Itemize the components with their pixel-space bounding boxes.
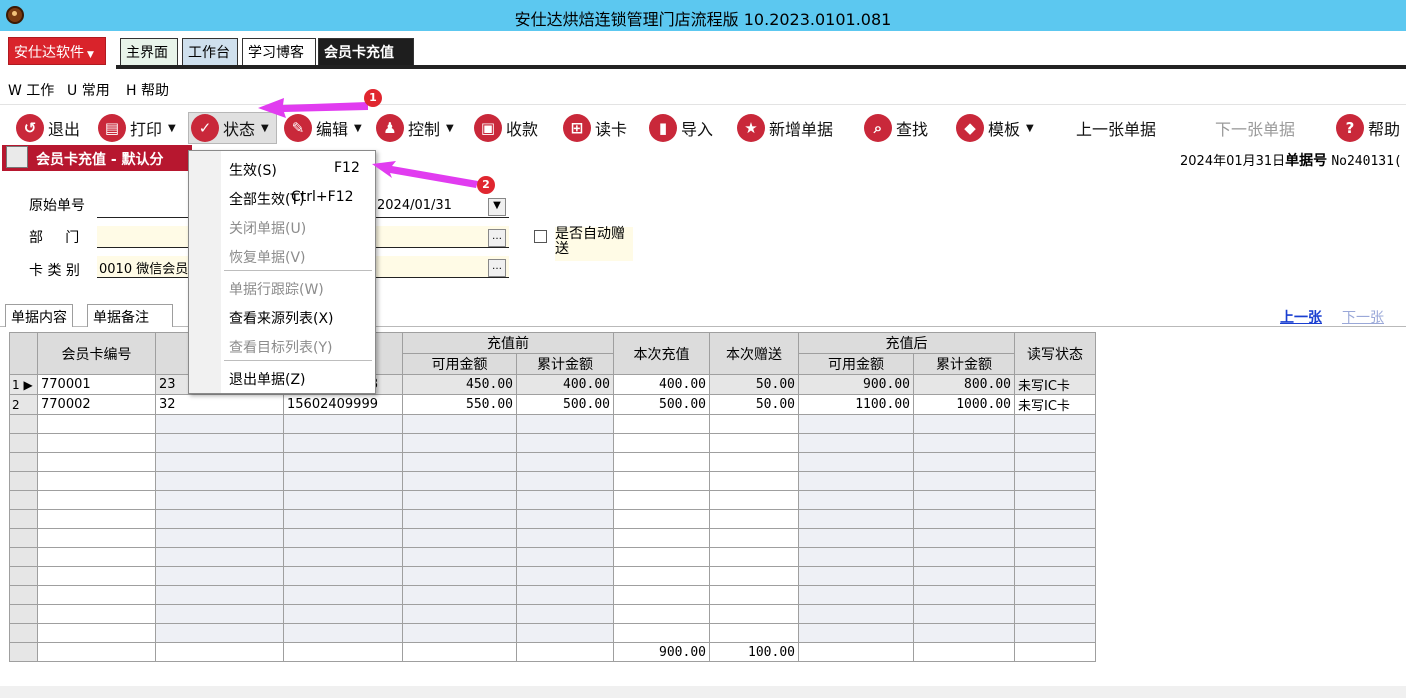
annotation-badge-1: 1	[364, 89, 382, 107]
annotation-arrow-2	[372, 161, 478, 188]
annotation-badge-2: 2	[477, 176, 495, 194]
annotation-overlay	[258, 98, 478, 188]
annotation-arrow-1	[258, 98, 368, 118]
